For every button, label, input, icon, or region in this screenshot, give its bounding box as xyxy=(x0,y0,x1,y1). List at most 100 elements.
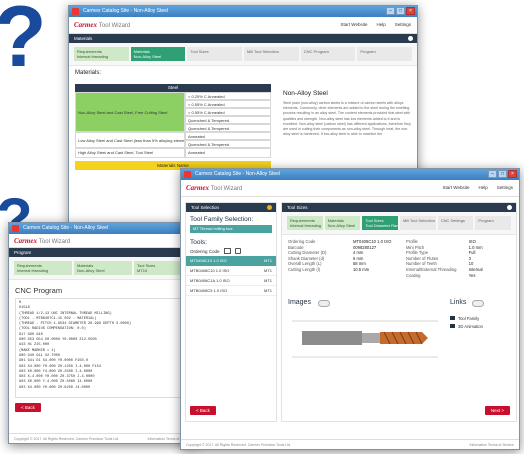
tool-row[interactable]: MTB0408C1A 1.0 ISO MT1 xyxy=(186,276,276,286)
copy-icon[interactable] xyxy=(234,248,241,254)
minimize-button[interactable]: – xyxy=(386,7,395,15)
tools-list: MT0408C10 1.0 ISO MT1 MTB0408C10 1.0 ISO M… xyxy=(186,256,276,296)
logo: Carmex Tool Wizard xyxy=(186,184,243,192)
material-info-text: Steel plain (non-alloy) carbon steels is… xyxy=(283,101,411,137)
material-info-panel: Non-Alloy Steel Steel plain (non-alloy) … xyxy=(283,90,411,137)
step-mill-tool-selection[interactable]: Mill Tool Selection xyxy=(400,216,436,230)
app-header: Carmex Tool Wizard xyxy=(9,234,197,248)
tool-sizes-window: Carmex Catalog Site - Non-Alloy Steel – □… xyxy=(180,168,520,450)
images-toggle[interactable] xyxy=(318,300,330,307)
footer-copyright: Copyright © 2017. All Rights Reserved. C… xyxy=(14,437,120,441)
maximize-button[interactable]: □ xyxy=(498,170,507,178)
wizard-steps: Requirements Internal threading Materials… xyxy=(9,257,197,280)
tool-image[interactable] xyxy=(290,313,440,363)
tool-family-label: Tool Family Selection: xyxy=(190,216,254,223)
footer-links[interactable]: Information Terms of Service xyxy=(470,443,514,447)
close-button[interactable]: × xyxy=(508,170,517,178)
logo: Carmex Tool Wizard xyxy=(74,21,131,29)
materials-section-title: Materials: xyxy=(75,70,102,76)
app-header: Carmex Tool Wizard Start Website Help Se… xyxy=(69,17,417,34)
material-group[interactable]: Non-Alloy Steel and Cast Steel, Free Cut… xyxy=(75,92,271,132)
tool-selection-bar: Tool Selection xyxy=(186,203,276,212)
step-materials[interactable]: Materials Non-Alloy Steel xyxy=(74,261,132,275)
nav-start-website[interactable]: Start Website xyxy=(443,185,470,190)
step-tool-sizes[interactable]: Tool Sizes xyxy=(187,47,243,61)
link-tool-family[interactable]: Tool Family xyxy=(450,315,483,323)
tools-label: Tools: xyxy=(190,239,207,246)
section-bar: Program xyxy=(9,248,197,257)
images-label: Images xyxy=(288,299,311,306)
minimize-button[interactable]: – xyxy=(488,170,497,178)
info-icon[interactable] xyxy=(507,205,512,210)
question-mark-decoration: ? xyxy=(0,0,47,80)
window-title: Carmex Catalog Site - Non-Alloy Steel xyxy=(23,225,109,231)
material-group[interactable]: Low Alloy Steel and Cast Steel (less tha… xyxy=(75,132,271,148)
app-icon xyxy=(12,225,19,232)
step-materials[interactable]: Materials Non-Alloy Steel xyxy=(130,47,186,61)
links-toggle[interactable] xyxy=(472,300,484,307)
ordering-code-header: Ordering Code xyxy=(190,248,220,254)
section-bar: Materials xyxy=(69,34,417,43)
spec-label: Cutting Length (l) xyxy=(288,266,321,272)
nav-settings[interactable]: Settings xyxy=(395,22,411,27)
step-program[interactable]: Program xyxy=(475,216,512,230)
window-title: Carmex Catalog Site - Non-Alloy Steel xyxy=(83,8,169,14)
nav-settings[interactable]: Settings xyxy=(497,185,513,190)
wizard-steps: Requirements Internal threading Materials… xyxy=(69,43,417,66)
link-3d-animation[interactable]: 3D Animation xyxy=(450,323,483,331)
app-icon xyxy=(72,8,79,15)
info-icon[interactable] xyxy=(267,205,272,210)
back-button[interactable]: < Back xyxy=(190,406,216,415)
step-mill-tool-selection[interactable]: Mill Tool Selection xyxy=(244,47,299,61)
next-button[interactable]: Next > xyxy=(484,406,510,415)
back-button[interactable]: < Back xyxy=(15,403,41,412)
footer-copyright: Copyright © 2017. All Rights Reserved. C… xyxy=(186,443,292,447)
window-title: Carmex Catalog Site - Non-Alloy Steel xyxy=(195,171,281,177)
cnc-window-titlebar[interactable]: Carmex Catalog Site - Non-Alloy Steel xyxy=(9,223,197,234)
tool-window-titlebar[interactable]: Carmex Catalog Site - Non-Alloy Steel – □… xyxy=(181,169,519,180)
header-nav: Start Website Help Settings xyxy=(443,185,513,190)
nav-help[interactable]: Help xyxy=(478,185,487,190)
close-button[interactable]: × xyxy=(406,7,415,15)
spec-value: 10.5 mm xyxy=(352,266,370,272)
step-requirements[interactable]: Requirements Internal threading xyxy=(287,216,323,230)
maximize-button[interactable]: □ xyxy=(396,7,405,15)
info-icon[interactable] xyxy=(408,36,413,41)
tool-row[interactable]: MTB0408C5 1.0 ISO MT1 xyxy=(186,286,276,296)
specs-right: Profile ISO Mini Pitch 1.0 mm Profile Type Fu… xyxy=(406,239,514,278)
step-cnc-program[interactable]: CNC Program xyxy=(300,47,356,61)
tool-row[interactable]: MT0408C10 1.0 ISO MT1 xyxy=(186,256,276,266)
materials-table: Steel Non-Alloy Steel and Cast Steel, Fr… xyxy=(75,84,271,170)
cnc-code-box[interactable]: % O1518 (THREAD 1/2-13 UNC INTERNAL THRE… xyxy=(15,298,191,398)
nav-start-website[interactable]: Start Website xyxy=(341,22,368,27)
material-group[interactable]: High Alloy Steel and Cast Steel, Tool St… xyxy=(75,148,271,158)
step-requirements[interactable]: Requirements Internal threading xyxy=(14,261,72,275)
spec-label: Coating xyxy=(406,272,421,278)
cnc-program-title: CNC Program xyxy=(15,286,63,295)
tool-selection-panel: Tool Selection Tool Family Selection: MT… xyxy=(185,202,277,422)
cnc-program-window: Carmex Catalog Site - Non-Alloy Steel Ca… xyxy=(8,222,198,444)
spec-value: Yes xyxy=(468,272,476,278)
step-tool-sizes[interactable]: Tool SizesTool Diameter Range xyxy=(362,216,399,230)
tool-family-select[interactable]: MT Thread milling tool xyxy=(190,225,272,233)
barcode-icon[interactable] xyxy=(223,248,231,254)
step-cnc-settings[interactable]: CNC Settings xyxy=(437,216,474,230)
cnc-code: % O1518 (THREAD 1/2-13 UNC INTERNAL THRE… xyxy=(19,301,132,390)
app-header: Carmex Tool Wizard Start Website Help Se… xyxy=(181,180,519,197)
wizard-steps: Requirements Internal threading Materials… xyxy=(282,212,516,235)
tool-row[interactable]: MTB0408C10 1.0 ISO MT1 xyxy=(186,266,276,276)
step-program[interactable]: Program xyxy=(357,47,413,61)
links-list: Tool Family 3D Animation xyxy=(450,315,483,331)
end-mill-icon xyxy=(292,320,438,358)
step-requirements[interactable]: Requirements Internal threading xyxy=(74,47,129,61)
video-icon xyxy=(450,316,455,320)
nav-help[interactable]: Help xyxy=(376,22,385,27)
header-nav: Start Website Help Settings xyxy=(341,22,411,27)
tool-sizes-bar: Tool Sizes xyxy=(282,203,516,212)
step-materials[interactable]: Materials Non-Alloy Steel xyxy=(324,216,361,230)
materials-window-titlebar[interactable]: Carmex Catalog Site - Non-Alloy Steel – □… xyxy=(69,6,417,17)
tool-sizes-panel: Tool Sizes Requirements Internal threadin… xyxy=(281,202,517,422)
specs-left: Ordering Code MT0408C10 1.0 ISO Barcode 009… xyxy=(288,239,400,273)
app-icon xyxy=(184,171,191,178)
spec-row: Cutting Length (l) 10.5 mm xyxy=(288,267,400,273)
